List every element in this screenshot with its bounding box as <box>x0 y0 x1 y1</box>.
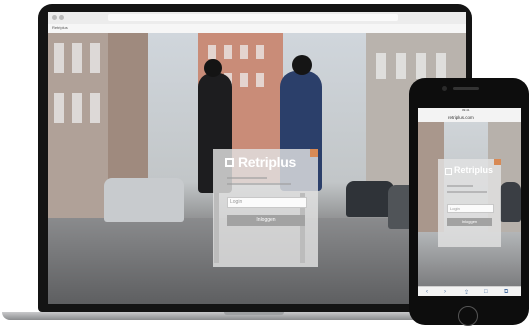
background-street-photo: Retriplus Login Inloggen <box>48 33 466 304</box>
phone-url: retriplus.com <box>448 115 474 120</box>
parked-car-right <box>346 181 394 217</box>
status-time: 09:41 <box>462 108 470 112</box>
panel-text-line <box>447 191 487 193</box>
phone-brand-logo: Retriplus <box>454 165 494 175</box>
browser-tab[interactable]: Retriplus <box>52 25 68 30</box>
helmet-left <box>204 59 222 77</box>
bookmarks-icon[interactable]: □ <box>484 289 488 295</box>
phone-login-panel: Retriplus Login Inloggen <box>438 159 501 247</box>
share-icon[interactable]: ⇪ <box>464 289 469 296</box>
back-icon[interactable]: ‹ <box>426 289 428 295</box>
minimize-dot-icon[interactable] <box>59 15 64 20</box>
tabs-icon[interactable]: ⧉ <box>504 289 508 296</box>
login-input[interactable]: Login <box>227 197 307 208</box>
login-button[interactable]: Inloggen <box>227 215 305 226</box>
login-input-placeholder: Login <box>230 199 243 205</box>
phone-login-button-label: Inloggen <box>461 219 478 224</box>
phone-address-bar[interactable]: retriplus.com <box>418 114 521 122</box>
phone-login-button[interactable]: Inloggen <box>447 218 492 226</box>
tab-strip <box>48 24 466 33</box>
login-button-label: Inloggen <box>256 217 276 223</box>
laptop-screen: Retriplus Retriplus Login Inloggen <box>48 12 466 304</box>
brand-logo: Retriplus <box>238 154 296 170</box>
panel-text-line <box>227 177 267 179</box>
panel-text-line <box>447 185 473 187</box>
phone-login-input-placeholder: Login <box>450 206 460 211</box>
login-panel: Retriplus Login Inloggen <box>213 149 318 267</box>
front-camera-icon <box>442 86 447 91</box>
helmet-right <box>292 55 312 75</box>
laptop-notch <box>224 312 284 315</box>
parked-car-left <box>104 178 184 222</box>
logo-icon <box>445 168 452 175</box>
home-button[interactable] <box>458 306 478 326</box>
phone-screen: 09:41 retriplus.com Retriplus Login Inlo… <box>418 108 521 296</box>
close-dot-icon[interactable] <box>52 15 57 20</box>
phone-background-photo: Retriplus Login Inloggen <box>418 122 521 286</box>
panel-text-line <box>227 183 291 185</box>
logo-icon <box>225 158 234 167</box>
close-icon[interactable] <box>310 149 318 157</box>
forward-icon[interactable]: › <box>444 289 446 295</box>
close-icon[interactable] <box>494 159 501 165</box>
phone-toolbar: ‹ › ⇪ □ ⧉ <box>418 286 521 296</box>
phone-speaker <box>453 87 479 90</box>
address-bar[interactable] <box>108 14 398 21</box>
phone-login-input[interactable]: Login <box>447 204 494 213</box>
phone-parked-car <box>500 182 521 222</box>
